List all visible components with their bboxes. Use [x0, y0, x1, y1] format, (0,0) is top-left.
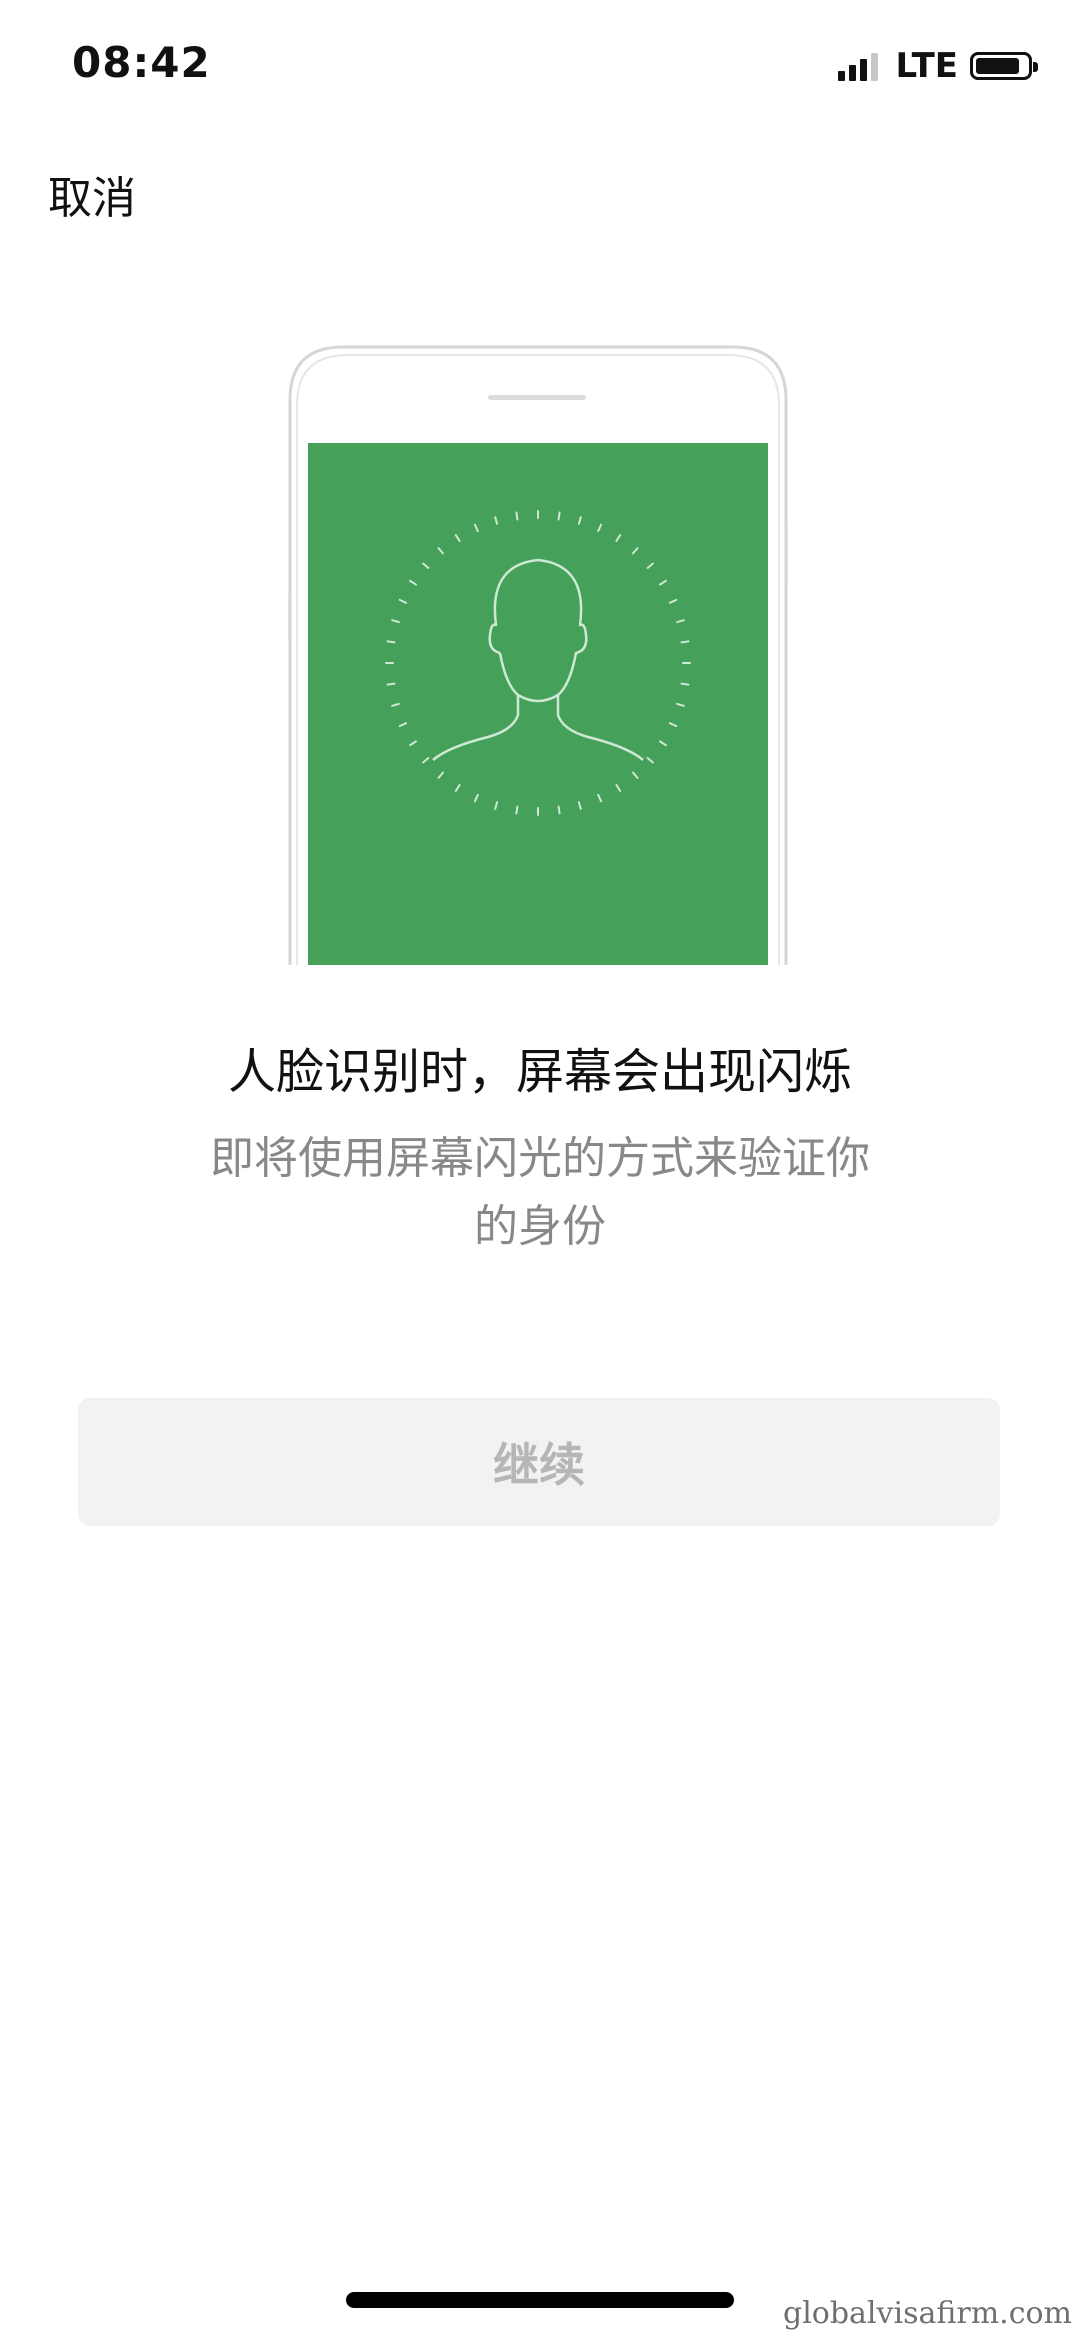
cancel-button[interactable]: 取消 — [48, 162, 136, 226]
network-type-label: LTE — [895, 46, 958, 86]
phone-side-button-left — [284, 595, 289, 640]
battery-level-fill — [976, 58, 1019, 74]
scan-ring-tick — [515, 805, 519, 815]
scan-ring-tick — [386, 640, 396, 644]
phone-face-scan-illustration — [284, 345, 792, 965]
scan-ring-tick — [680, 640, 690, 644]
scan-ring-tick — [557, 511, 561, 521]
page-subtitle: 即将使用屏幕闪光的方式来验证你 的身份 — [150, 1125, 930, 1261]
scan-ring-tick — [557, 805, 561, 815]
status-bar: 08:42 LTE — [0, 0, 1080, 130]
page-title: 人脸识别时，屏幕会出现闪烁 — [227, 1044, 852, 1100]
status-indicators: LTE — [837, 46, 1038, 86]
phone-speaker — [488, 395, 586, 400]
status-time: 08:42 — [72, 38, 211, 87]
battery-icon — [970, 52, 1038, 80]
home-indicator[interactable] — [346, 2292, 734, 2308]
watermark: globalvisafirm.com — [782, 2296, 1072, 2331]
phone-illustration — [284, 345, 792, 965]
phone-screen — [308, 443, 768, 965]
scan-ring-tick — [386, 682, 396, 686]
phone-side-button-right — [787, 525, 792, 585]
subtitle-line-2: 的身份 — [474, 1201, 606, 1252]
continue-button[interactable]: 继续 — [78, 1398, 1000, 1526]
signal-strength-icon — [837, 51, 882, 81]
subtitle-line-1: 即将使用屏幕闪光的方式来验证你 — [210, 1133, 870, 1184]
scan-ring-tick — [515, 511, 519, 521]
battery-cap — [1033, 62, 1038, 72]
scan-ring-tick — [680, 682, 690, 686]
